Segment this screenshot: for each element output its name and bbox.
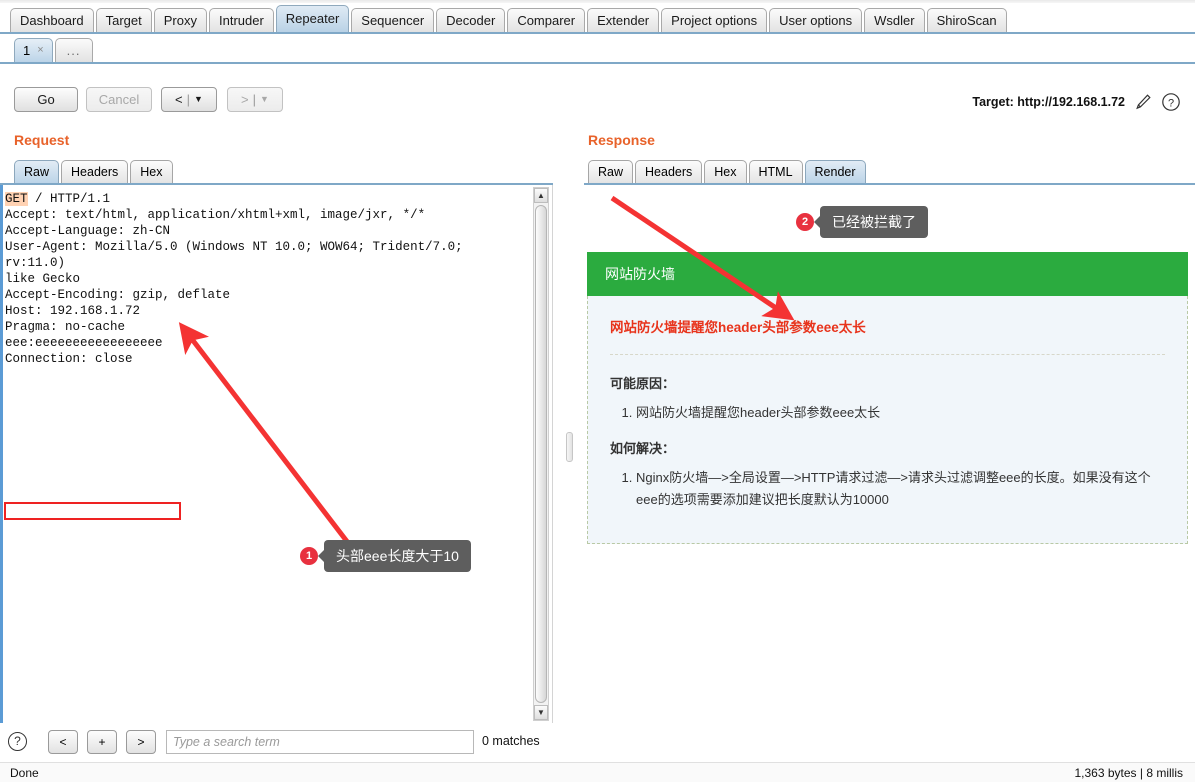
firewall-block-card: 网站防火墙 网站防火墙提醒您header头部参数eee太长 可能原因： 网站防火… (587, 252, 1188, 544)
main-tab-shiroscan[interactable]: ShiroScan (926, 8, 1007, 32)
callout-2-number: 2 (796, 213, 814, 231)
solution-list: Nginx防火墙—>全局设置—>HTTP请求过滤—>请求头过滤调整eee的长度。… (610, 467, 1165, 511)
request-method: GET (5, 192, 28, 206)
close-icon[interactable]: × (37, 39, 43, 62)
main-tab-strip: Dashboard Target Proxy Intruder Repeater Sequ… (0, 0, 1195, 34)
response-tab-html[interactable]: HTML (748, 160, 803, 183)
response-tab-render[interactable]: Render (804, 160, 866, 183)
request-vertical-scrollbar[interactable]: ▲ ▼ (533, 187, 549, 721)
repeater-tab-label: ... (66, 43, 81, 58)
panel-splitter[interactable] (554, 185, 584, 723)
firewall-card-body: 网站防火墙提醒您header头部参数eee太长 可能原因： 网站防火墙提醒您he… (587, 296, 1188, 544)
chevron-down-icon: ▼ (260, 94, 269, 104)
help-icon[interactable]: ? (8, 732, 27, 751)
callout-1: 1 头部eee长度大于10 (300, 540, 471, 572)
request-headers-text: Accept: text/html, application/xhtml+xml… (5, 208, 463, 366)
solution-heading: 如何解决： (610, 441, 676, 456)
status-right-text: 1,363 bytes | 8 millis (1074, 766, 1184, 780)
cause-list: 网站防火墙提醒您header头部参数eee太长 (610, 402, 1165, 424)
repeater-tab-list: 1 ×... (14, 38, 95, 62)
status-left-text: Done (10, 766, 39, 780)
repeater-tab-strip: 1 ×... (0, 34, 1195, 64)
request-search-bar: ? < + > 0 matches (0, 726, 570, 758)
back-history-button[interactable]: < | ▼ (161, 87, 217, 112)
response-render-pane: 网站防火墙 网站防火墙提醒您header头部参数eee太长 可能原因： 网站防火… (584, 185, 1195, 723)
request-tab-list: Raw Headers Hex (14, 160, 175, 183)
search-matches-count: 0 matches (482, 734, 540, 748)
go-button[interactable]: Go (14, 87, 78, 112)
scrollbar-thumb[interactable] (535, 205, 547, 703)
response-tab-headers[interactable]: Headers (635, 160, 703, 183)
separator: | (252, 92, 257, 107)
request-line-rest: / HTTP/1.1 (27, 192, 111, 206)
request-raw-text[interactable]: GET / HTTP/1.1 Accept: text/html, applic… (5, 191, 530, 367)
scroll-up-arrow-icon[interactable]: ▲ (534, 188, 548, 203)
cancel-button[interactable]: Cancel (86, 87, 152, 112)
chevron-right-icon: > (241, 92, 249, 107)
request-tab-headers[interactable]: Headers (61, 160, 129, 183)
main-tab-extender[interactable]: Extender (587, 8, 660, 32)
repeater-tab-0[interactable]: 1 × (14, 38, 53, 62)
request-section-title: Request (14, 132, 70, 148)
search-prev-button[interactable]: < (48, 730, 78, 754)
main-tab-target[interactable]: Target (95, 8, 152, 32)
callout-2-text: 已经被拦截了 (820, 206, 928, 238)
highlight-box-eee-header (4, 502, 181, 520)
search-next-button[interactable]: > (126, 730, 156, 754)
repeater-toolbar: Go Cancel < | ▼ > | ▼ Target: http://192… (0, 66, 1195, 118)
forward-history-button[interactable]: > | ▼ (227, 87, 283, 112)
main-tab-dashboard[interactable]: Dashboard (10, 8, 94, 32)
splitter-handle[interactable] (566, 432, 573, 462)
scroll-down-arrow-icon[interactable]: ▼ (534, 705, 548, 720)
target-area: Target: http://192.168.1.72 ? (972, 92, 1181, 112)
callout-1-number: 1 (300, 547, 318, 565)
chevron-left-icon: < (175, 92, 183, 107)
cause-list-item: 网站防火墙提醒您header头部参数eee太长 (636, 402, 1165, 424)
main-tab-user-options[interactable]: User options (769, 8, 863, 32)
main-tab-proxy[interactable]: Proxy (153, 8, 207, 32)
cause-heading: 可能原因： (610, 376, 676, 391)
request-tab-raw[interactable]: Raw (14, 160, 60, 183)
firewall-alert-text: 网站防火墙提醒您header头部参数eee太长 (610, 316, 1165, 355)
repeater-tab-label: 1 (23, 43, 31, 58)
main-tab-intruder[interactable]: Intruder (208, 8, 274, 32)
target-label: Target: http://192.168.1.72 (972, 95, 1125, 109)
response-tab-list: Raw Headers Hex HTML Render (588, 160, 868, 183)
burp-repeater-window: Dashboard Target Proxy Intruder Repeater Sequ… (0, 0, 1195, 782)
request-gutter (0, 185, 3, 723)
main-tab-repeater[interactable]: Repeater (275, 5, 350, 32)
main-tab-wsdler[interactable]: Wsdler (864, 8, 925, 32)
repeater-tab-1[interactable]: ... (54, 38, 93, 62)
pencil-icon[interactable] (1133, 92, 1153, 112)
search-add-button[interactable]: + (87, 730, 117, 754)
firewall-card-header: 网站防火墙 (587, 252, 1188, 296)
main-tab-decoder[interactable]: Decoder (436, 8, 506, 32)
separator: | (186, 92, 191, 107)
callout-1-text: 头部eee长度大于10 (324, 540, 471, 572)
solution-list-item: Nginx防火墙—>全局设置—>HTTP请求过滤—>请求头过滤调整eee的长度。… (636, 467, 1165, 511)
request-tab-hex[interactable]: Hex (130, 160, 173, 183)
main-tab-project-options[interactable]: Project options (661, 8, 768, 32)
svg-text:?: ? (1168, 97, 1174, 109)
main-tab-comparer[interactable]: Comparer (507, 8, 586, 32)
search-input[interactable] (166, 730, 474, 754)
response-tab-hex[interactable]: Hex (704, 160, 747, 183)
chevron-down-icon: ▼ (194, 94, 203, 104)
main-tab-list: Dashboard Target Proxy Intruder Repeater Sequ… (10, 5, 1009, 32)
response-tab-raw[interactable]: Raw (588, 160, 634, 183)
help-icon[interactable]: ? (1161, 92, 1181, 112)
request-editor-pane[interactable]: GET / HTTP/1.1 Accept: text/html, applic… (0, 185, 553, 723)
status-bar: Done 1,363 bytes | 8 millis (0, 762, 1195, 782)
main-tab-sequencer[interactable]: Sequencer (351, 8, 435, 32)
response-section-title: Response (588, 132, 655, 148)
callout-2: 2 已经被拦截了 (796, 206, 928, 238)
